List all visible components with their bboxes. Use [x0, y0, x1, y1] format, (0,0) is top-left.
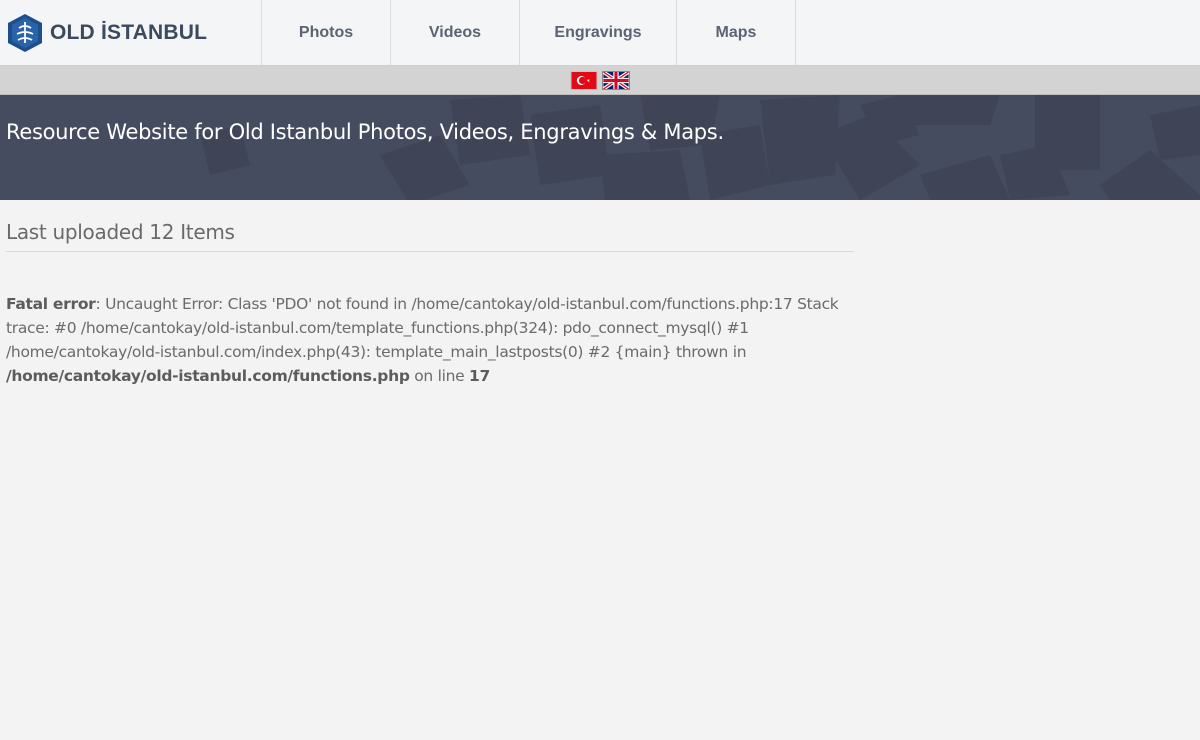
- nav-photos[interactable]: Photos: [262, 0, 391, 65]
- turkish-flag-icon[interactable]: [570, 70, 598, 90]
- error-label: Fatal error: [6, 295, 96, 313]
- brand-name: OLD İSTANBUL: [50, 20, 208, 44]
- hero-banner: Resource Website for Old Istanbul Photos…: [0, 95, 1200, 200]
- nav-videos[interactable]: Videos: [391, 0, 520, 65]
- section-title: Last uploaded 12 Items: [6, 220, 854, 252]
- main-nav: Photos Videos Engravings Maps: [262, 0, 796, 65]
- istanbul-emblem-icon: [8, 13, 42, 52]
- php-error-message: Fatal error: Uncaught Error: Class 'PDO'…: [6, 292, 856, 388]
- nav-engravings[interactable]: Engravings: [520, 0, 677, 65]
- error-line-number: 17: [469, 367, 490, 385]
- language-bar: [0, 66, 1200, 95]
- error-on-line: on line: [409, 367, 469, 385]
- brand-logo-link[interactable]: OLD İSTANBUL: [0, 0, 262, 65]
- error-file: /home/cantokay/old-istanbul.com/function…: [6, 367, 410, 385]
- error-text: : Uncaught Error: Class 'PDO' not found …: [6, 295, 839, 361]
- uk-flag-icon[interactable]: [602, 70, 630, 90]
- top-navigation-bar: OLD İSTANBUL Photos Videos Engravings Ma…: [0, 0, 1200, 66]
- main-content: Last uploaded 12 Items Fatal error: Unca…: [0, 220, 1200, 388]
- nav-maps[interactable]: Maps: [677, 0, 796, 65]
- hero-tagline: Resource Website for Old Istanbul Photos…: [6, 120, 724, 144]
